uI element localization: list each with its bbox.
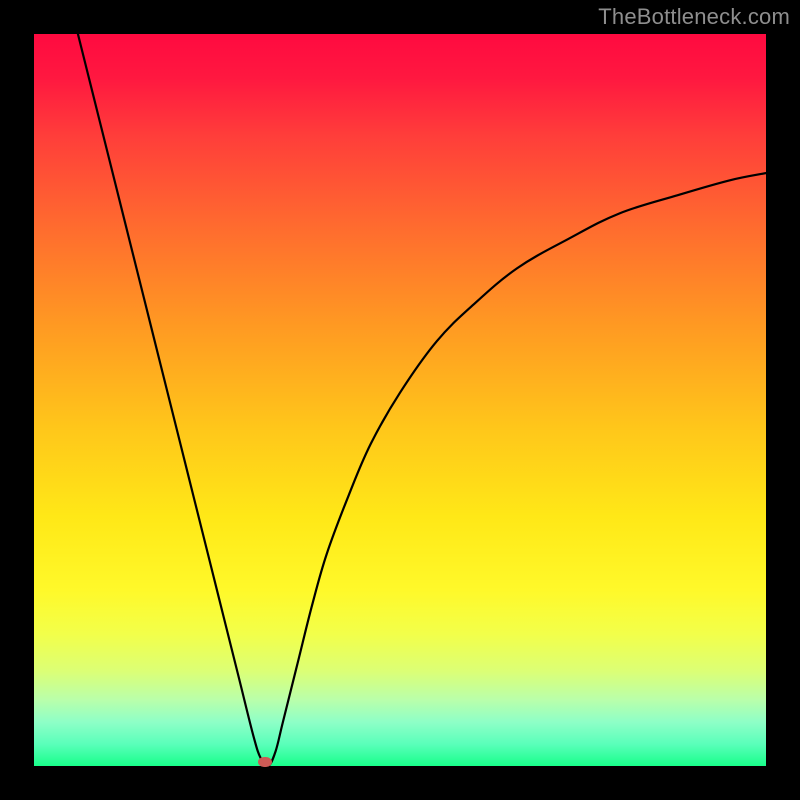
bottleneck-curve [34,34,766,766]
watermark-text: TheBottleneck.com [598,4,790,30]
chart-frame: TheBottleneck.com [0,0,800,800]
optimum-marker [258,757,272,767]
plot-area [34,34,766,766]
